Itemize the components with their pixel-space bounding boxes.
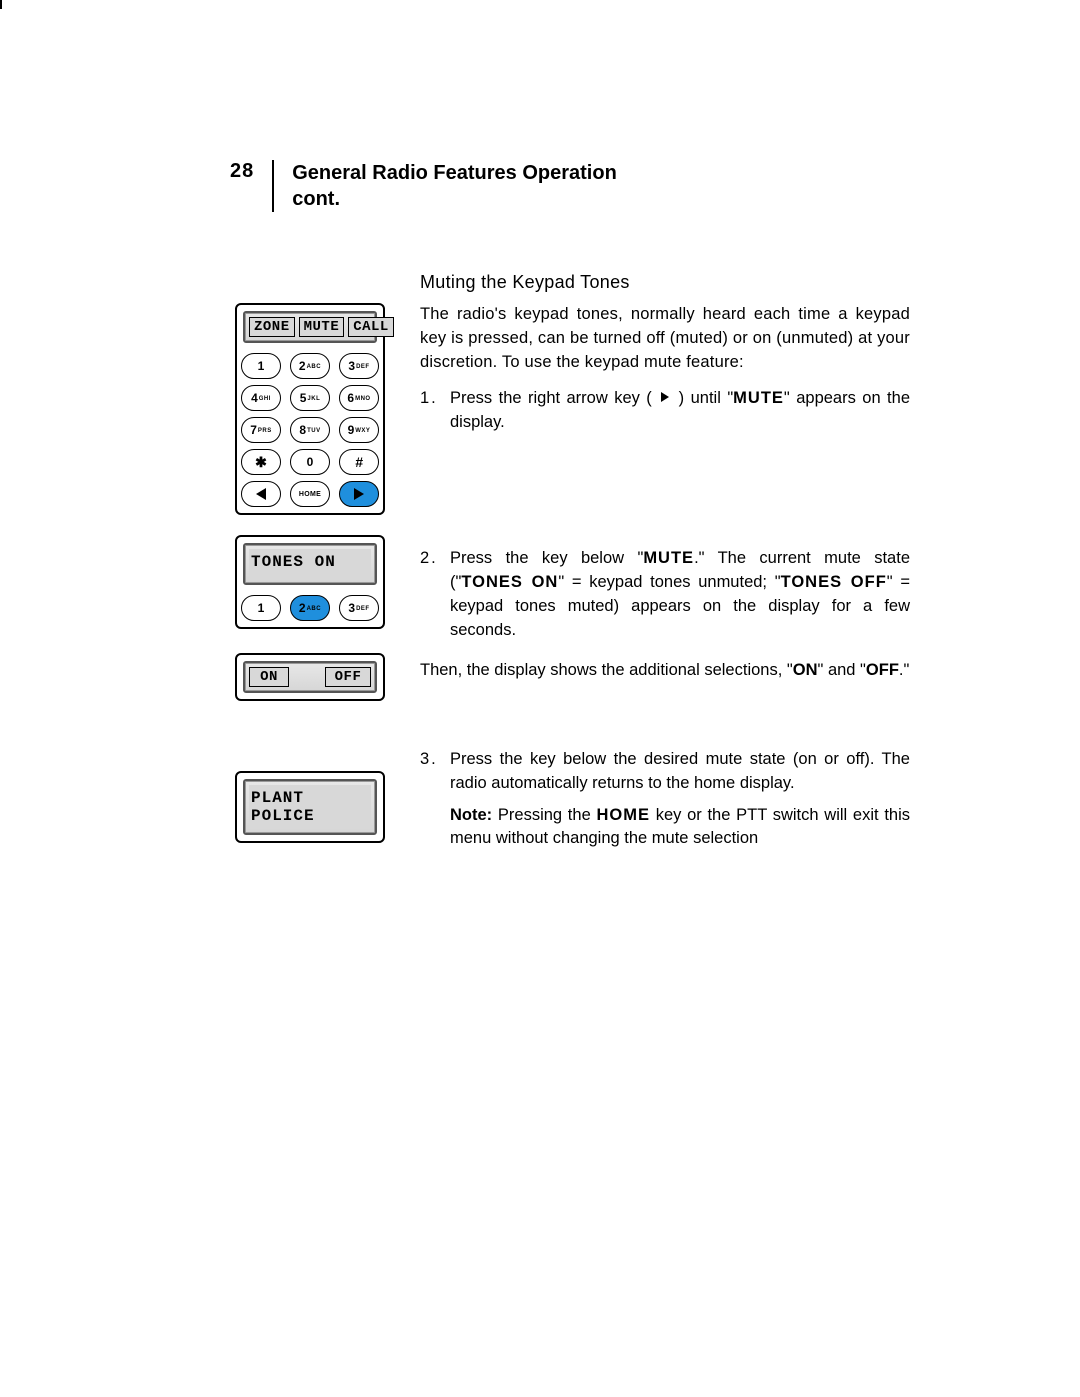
lcd-softkey-zone: ZONE [249,317,295,337]
key-left-arrow[interactable] [241,481,281,507]
title-line-2: cont. [292,186,617,212]
left-arrow-icon [256,488,266,500]
page-number: 28 [230,160,272,183]
device-illustration-1: ZONE MUTE CALL 1 2ABC 3DEF 4GHI 5JKL 6MN… [235,303,385,515]
keypad-partial: 1 2ABC 3DEF [243,595,377,621]
page-header: 28 General Radio Features Operation cont… [230,160,910,212]
key-3-b[interactable]: 3DEF [339,595,379,621]
key-7[interactable]: 7PRS [241,417,281,443]
key-star[interactable] [241,449,281,475]
key-2-b[interactable]: 2ABC [290,595,330,621]
device-illustration-3: ON OFF [235,653,385,701]
lcd-text-plant-police: PLANT POLICE [249,785,371,829]
lcd-screen-2: TONES ON [243,543,377,585]
key-3[interactable]: 3DEF [339,353,379,379]
key-home[interactable]: HOME [290,481,330,507]
step-2-text: Press the key below "MUTE." The current … [450,547,910,643]
key-9[interactable]: 9WXY [339,417,379,443]
step-1: 1. Press the right arrow key ( ) until "… [420,387,910,435]
device-illustration-2: TONES ON 1 2ABC 3DEF [235,535,385,629]
lcd-softkey-on: ON [249,667,289,687]
title-line-1: General Radio Features Operation [292,160,617,186]
right-arrow-icon [354,488,364,500]
keypad-full: 1 2ABC 3DEF 4GHI 5JKL 6MNO 7PRS 8TUV 9WX… [243,353,377,507]
key-1-b[interactable]: 1 [241,595,281,621]
key-5[interactable]: 5JKL [290,385,330,411]
key-6[interactable]: 6MNO [339,385,379,411]
note-paragraph: Note: Pressing the HOME key or the PTT s… [450,804,910,852]
note-label: Note: [450,806,492,824]
device-illustration-4: PLANT POLICE [235,771,385,843]
step-3-text: Press the key below the desired mute sta… [450,748,910,796]
lcd-softkey-off: OFF [325,667,371,687]
step-2: 2. Press the key below "MUTE." The curre… [420,547,910,643]
page-title: General Radio Features Operation cont. [292,160,617,212]
key-right-arrow[interactable] [339,481,379,507]
lcd-softkey-call: CALL [348,317,394,337]
lcd-screen-1: ZONE MUTE CALL [243,311,377,343]
key-hash[interactable] [339,449,379,475]
key-8[interactable]: 8TUV [290,417,330,443]
step-1-num: 1. [420,387,450,435]
crop-mark-top [0,0,2,9]
key-0[interactable]: 0 [290,449,330,475]
lcd-screen-3: ON OFF [243,661,377,693]
step-3: 3. Press the key below the desired mute … [420,748,910,796]
section-subtitle: Muting the Keypad Tones [420,272,910,293]
step-3-num: 3. [420,748,450,796]
lcd-screen-4: PLANT POLICE [243,779,377,835]
step-1-text: Press the right arrow key ( ) until "MUT… [450,387,910,435]
lcd-softkey-mute: MUTE [299,317,345,337]
right-arrow-icon-inline [661,392,669,402]
lcd-text-tones-on: TONES ON [249,549,371,579]
then-paragraph: Then, the display shows the additional s… [420,659,910,683]
key-2[interactable]: 2ABC [290,353,330,379]
note-home-key: HOME [596,806,650,824]
intro-paragraph: The radio's keypad tones, normally heard… [420,303,910,375]
key-4[interactable]: 4GHI [241,385,281,411]
key-1[interactable]: 1 [241,353,281,379]
header-divider [272,160,274,212]
step-2-num: 2. [420,547,450,643]
